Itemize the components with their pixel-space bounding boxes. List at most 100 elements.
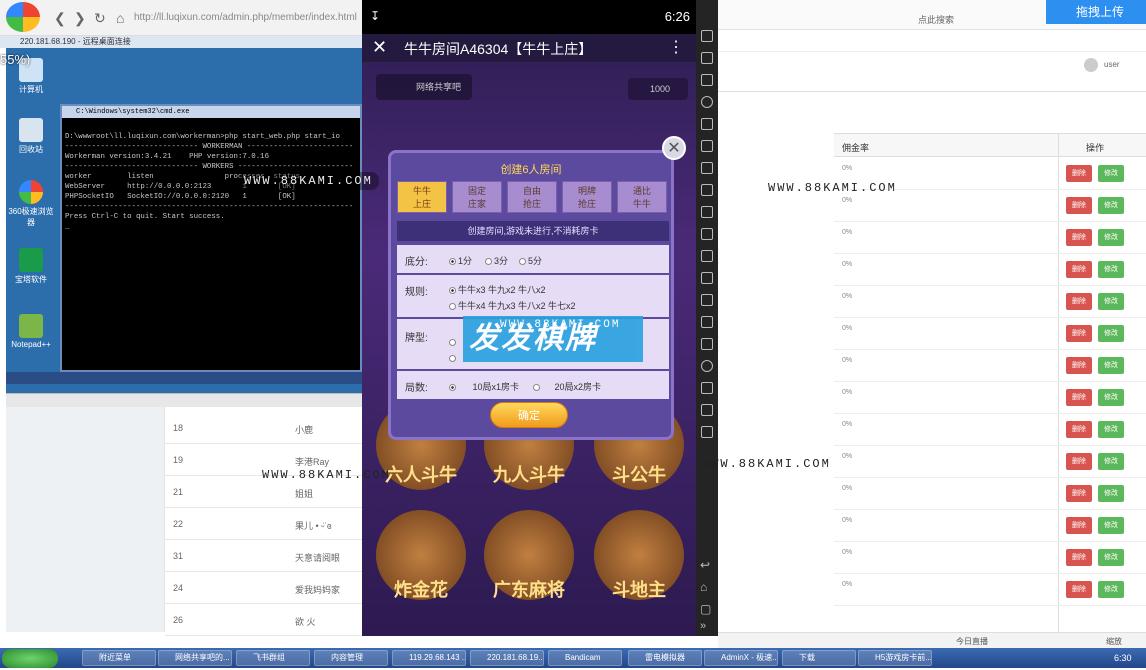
delete-button[interactable]: 删除 [1066, 197, 1092, 214]
base-option-3[interactable]: 3分 [485, 254, 508, 267]
expand-icon[interactable]: » [700, 620, 706, 632]
volume-up-icon[interactable] [701, 162, 713, 174]
taskbar-item[interactable]: 雷电模拟器 [628, 650, 702, 666]
close-icon[interactable]: ✕ [372, 37, 387, 58]
rdp-scrollbar[interactable] [6, 393, 362, 407]
edit-button[interactable]: 修改 [1098, 165, 1124, 182]
delete-button[interactable]: 删除 [1066, 517, 1092, 534]
card-option-1[interactable] [449, 337, 458, 347]
game-tile-zjh[interactable]: 炸金花 [376, 510, 466, 600]
delete-button[interactable]: 删除 [1066, 357, 1092, 374]
delete-button[interactable]: 删除 [1066, 485, 1092, 502]
delete-button[interactable]: 删除 [1066, 325, 1092, 342]
toolbar-icon[interactable] [701, 272, 713, 284]
dialog-close-icon[interactable]: ✕ [662, 136, 686, 160]
rule-option-1[interactable]: 牛牛x3 牛九x2 牛八x2 [449, 283, 546, 296]
delete-button[interactable]: 删除 [1066, 261, 1092, 278]
screenshot-icon[interactable] [701, 206, 713, 218]
scissors-icon[interactable] [701, 74, 713, 86]
upload-button[interactable]: 拖拽上传 [1046, 0, 1146, 24]
location-icon[interactable] [701, 96, 713, 108]
user-name[interactable]: user [1104, 60, 1120, 69]
taskbar-item[interactable]: 飞书群组 [236, 650, 310, 666]
forward-icon[interactable]: ❯ [74, 10, 86, 27]
edit-button[interactable]: 修改 [1098, 453, 1124, 470]
home-icon[interactable]: ⌂ [116, 10, 124, 26]
delete-button[interactable]: 删除 [1066, 581, 1092, 598]
desktop-icon-bt[interactable]: 宝塔软件 [8, 248, 54, 285]
delete-button[interactable]: 删除 [1066, 165, 1092, 182]
edit-button[interactable]: 修改 [1098, 549, 1124, 566]
edit-button[interactable]: 修改 [1098, 517, 1124, 534]
tab-free-grab[interactable]: 自由 抢庄 [507, 181, 557, 213]
volume-down-icon[interactable] [701, 184, 713, 196]
start-button[interactable] [2, 649, 58, 668]
delete-button[interactable]: 删除 [1066, 453, 1092, 470]
cmd-window[interactable]: C:\Windows\system32\cmd.exe D:\wwwroot\l… [60, 104, 362, 372]
edit-button[interactable]: 修改 [1098, 325, 1124, 342]
home-nav-icon[interactable]: ⌂ [700, 580, 707, 594]
edit-button[interactable]: 修改 [1098, 421, 1124, 438]
base-option-5[interactable]: 5分 [519, 254, 542, 267]
edit-button[interactable]: 修改 [1098, 485, 1124, 502]
edit-button[interactable]: 修改 [1098, 229, 1124, 246]
desktop-icon-notepad[interactable]: Notepad++ [8, 314, 54, 349]
game-tile-ddz[interactable]: 斗地主 [594, 510, 684, 600]
tab-open-grab[interactable]: 明牌 抢庄 [562, 181, 612, 213]
back-icon[interactable]: ❮ [54, 10, 66, 27]
tab-tongbi[interactable]: 通比 牛牛 [617, 181, 667, 213]
taskbar-item[interactable]: Bandicam [548, 650, 622, 666]
round-option-10[interactable]: 10局x1房卡 [449, 380, 519, 393]
taskbar-item[interactable]: 220.181.68.19... [470, 650, 544, 666]
confirm-button[interactable]: 确定 [490, 402, 568, 428]
search-link[interactable]: 点此搜索 [918, 13, 954, 26]
taskbar-item[interactable]: 下载 [782, 650, 856, 666]
toolbar-icon[interactable] [701, 52, 713, 64]
taskbar-item[interactable]: H5游戏房卡前... [858, 650, 932, 666]
delete-button[interactable]: 删除 [1066, 293, 1092, 310]
keyboard-icon[interactable] [701, 118, 713, 130]
taskbar-item[interactable]: 119.29.68.143 ... [392, 650, 466, 666]
desktop-icon-browser[interactable]: 360极速浏览器 [8, 180, 54, 228]
menu-icon[interactable] [701, 404, 713, 416]
tab-fixed-banker[interactable]: 固定 庄家 [452, 181, 502, 213]
today-link[interactable]: 今日直播 [956, 636, 988, 647]
edit-button[interactable]: 修改 [1098, 293, 1124, 310]
taskbar-item[interactable]: 网络共享吧的... [158, 650, 232, 666]
base-option-1[interactable]: 1分 [449, 254, 472, 267]
toolbar-icon[interactable] [701, 426, 713, 438]
rule-option-2[interactable]: 牛牛x4 牛九x3 牛八x2 牛七x2 [449, 299, 576, 312]
tab-niuniu-shangzhuang[interactable]: 牛牛 上庄 [397, 181, 447, 213]
delete-button[interactable]: 删除 [1066, 421, 1092, 438]
edit-button[interactable]: 修改 [1098, 357, 1124, 374]
card-option-2[interactable] [449, 353, 458, 363]
share-icon[interactable] [701, 360, 713, 372]
taskbar-item[interactable]: 附近菜单 [82, 650, 156, 666]
delete-button[interactable]: 删除 [1066, 229, 1092, 246]
refresh-icon[interactable]: ↻ [94, 10, 106, 27]
recent-nav-icon[interactable]: ▢ [700, 602, 711, 616]
taskbar-item[interactable]: AdminX - 极速... [704, 650, 778, 666]
edit-button[interactable]: 修改 [1098, 581, 1124, 598]
edit-button[interactable]: 修改 [1098, 389, 1124, 406]
url-field[interactable]: http://ll.luqixun.com/admin.php/member/i… [134, 12, 357, 23]
toolbar-icon[interactable] [701, 338, 713, 350]
taskbar-item[interactable]: 内容管理 [314, 650, 388, 666]
edit-button[interactable]: 修改 [1098, 261, 1124, 278]
back-nav-icon[interactable]: ↩ [700, 558, 710, 572]
game-tile-mahjong[interactable]: 广东麻将 [484, 510, 574, 600]
delete-button[interactable]: 删除 [1066, 389, 1092, 406]
more-icon[interactable]: ⋮ [668, 37, 684, 57]
desktop-icon-recycle[interactable]: 回收站 [8, 118, 54, 155]
toolbar-icon[interactable] [701, 250, 713, 262]
delete-button[interactable]: 删除 [1066, 549, 1092, 566]
avatar[interactable] [1084, 58, 1098, 72]
shake-icon[interactable] [701, 228, 713, 240]
fullscreen-icon[interactable] [701, 140, 713, 152]
multi-window-icon[interactable] [701, 382, 713, 394]
round-option-20[interactable]: 20局x2房卡 [533, 380, 601, 393]
toolbar-icon[interactable] [701, 30, 713, 42]
edit-button[interactable]: 修改 [1098, 197, 1124, 214]
toolbar-icon[interactable] [701, 316, 713, 328]
toolbar-icon[interactable] [701, 294, 713, 306]
